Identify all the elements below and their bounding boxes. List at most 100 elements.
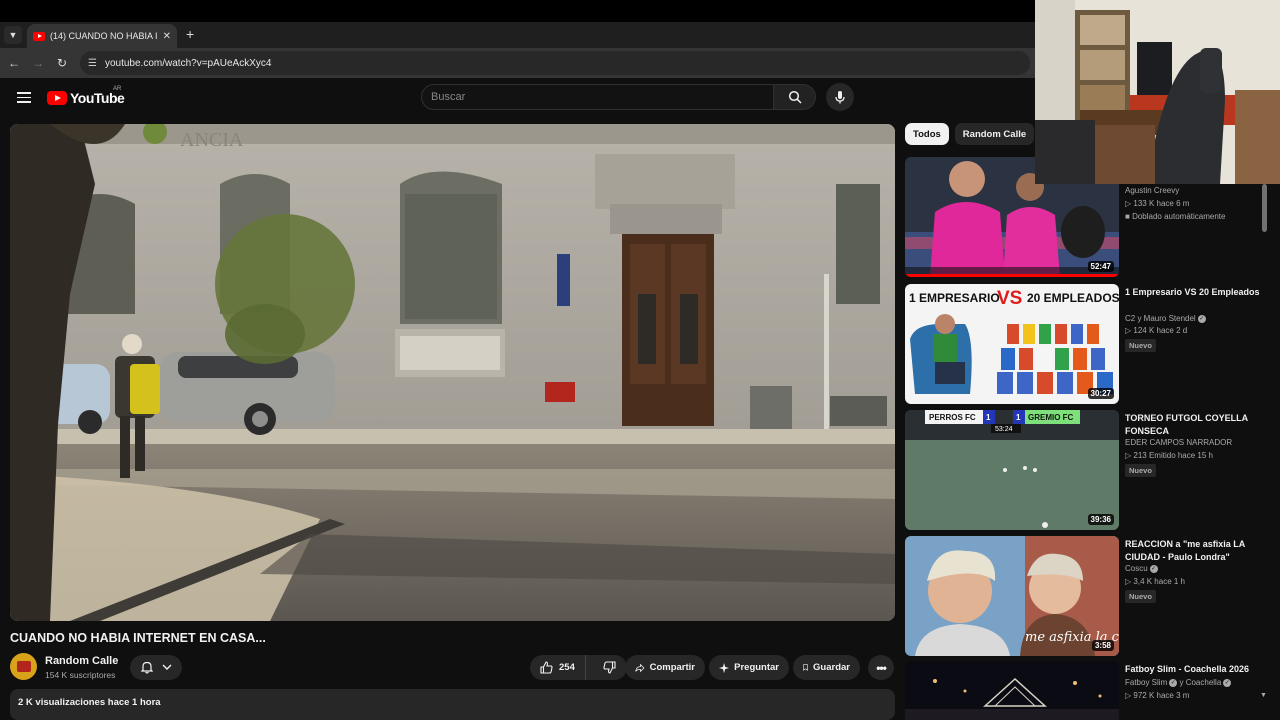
search-input[interactable]: Buscar (421, 84, 774, 110)
recommendation-title[interactable]: REACCION a "me asfixia LA CIUDAD - Paulo… (1125, 538, 1260, 564)
verified-icon: ✓ (1197, 314, 1206, 323)
view-meta: ▷ 3,4 K hace 1 h (1125, 577, 1185, 586)
forward-arrow-icon[interactable]: → (28, 56, 48, 70)
view-meta: ▷ 124 K hace 2 d (1125, 326, 1187, 335)
recommendation-item[interactable]: 1 EMPRESARIO VS 20 EMPLEADOS 30:27 1 Emp… (905, 284, 1265, 404)
like-count: 254 (559, 662, 575, 673)
youtube-play-icon (47, 91, 67, 105)
video-duration: 52:47 (1087, 261, 1114, 272)
sparkle-icon (719, 662, 730, 673)
channel-suffix-text: y Coachella (1179, 678, 1222, 687)
recommendation-title[interactable]: TORNEO FUTGOL COYELLA FONSECA (1125, 412, 1260, 438)
site-info-icon[interactable]: ☰ (88, 58, 97, 69)
dubbed-icon: ■ (1125, 212, 1130, 221)
recommendation-title[interactable]: Fatboy Slim - Coachella 2026 (1125, 663, 1260, 676)
voice-search-button[interactable] (826, 83, 854, 111)
back-arrow-icon[interactable]: ← (4, 56, 24, 70)
ask-button[interactable]: Preguntar (709, 655, 789, 680)
menu-icon[interactable] (17, 92, 31, 103)
play-icon: ▷ (1125, 326, 1132, 335)
bookmark-icon (803, 664, 808, 671)
video-thumbnail[interactable] (905, 661, 1119, 720)
verified-icon: ✓ (1149, 564, 1158, 573)
play-icon: ▷ (1125, 577, 1132, 586)
reload-icon[interactable]: ↻ (52, 56, 72, 70)
score-team-a: PERROS FC (929, 413, 976, 422)
view-meta-text: 124 K hace 2 d (1133, 326, 1188, 335)
address-bar[interactable]: ☰ youtube.com/watch?v=pAUeAckXyc4 (80, 51, 1030, 75)
thumbnail-image (905, 661, 1119, 720)
play-icon: ▷ (1125, 199, 1132, 208)
channel-avatar[interactable] (10, 653, 37, 680)
thumbnail-image: me asfixia la ciudad (905, 536, 1119, 656)
share-icon (635, 663, 645, 672)
score-a: 1 (986, 413, 991, 422)
video-thumbnail[interactable]: PERROS FC 1 1 GREMIO FC 53:24 39:36 (905, 410, 1119, 530)
scrollbar-thumb[interactable] (1262, 184, 1267, 232)
webcam-image (1035, 0, 1280, 184)
more-actions-icon[interactable]: ••• (868, 655, 894, 680)
view-meta-text: 133 K hace 6 m (1133, 199, 1190, 208)
view-meta: ▷ 213 Emitido hace 15 h (1125, 451, 1213, 460)
channel-name[interactable]: Random Calle (45, 655, 118, 667)
channel-name[interactable]: Coscu ✓ (1125, 564, 1158, 573)
channel-name-text: Coscu (1125, 564, 1148, 573)
bell-icon (140, 661, 153, 674)
tab-search-icon[interactable]: ▼ (4, 26, 22, 44)
new-badge: Nuevo (1125, 339, 1156, 352)
view-meta-text: 213 Emitido hace 15 h (1133, 451, 1213, 460)
auto-dubbed-text: Doblado automáticamente (1132, 212, 1226, 221)
search-icon (788, 90, 802, 104)
recommendation-item[interactable]: PERROS FC 1 1 GREMIO FC 53:24 39:36 TORN… (905, 410, 1265, 530)
view-count-date: 2 K visualizaciones hace 1 hora (18, 697, 161, 708)
chip-todos[interactable]: Todos (905, 123, 949, 145)
browser-toolbar: ← → ↻ ☰ youtube.com/watch?v=pAUeAckXyc4 (0, 48, 1035, 78)
recommendation-title[interactable]: 1 Empresario VS 20 Empleados (1125, 286, 1260, 299)
save-label: Guardar (813, 662, 850, 673)
tab-title: (14) CUANDO NO HABIA INTERNET EN CASA... (50, 31, 158, 41)
building-sign-text: ANCIA (180, 129, 244, 151)
subscriber-count: 154 K suscriptores (45, 670, 116, 680)
view-meta-text: 972 K hace 3 m (1133, 691, 1190, 700)
share-button[interactable]: Compartir (625, 655, 705, 680)
recommendation-item[interactable]: Fatboy Slim - Coachella 2026 Fatboy Slim… (905, 661, 1265, 720)
thumbnail-image: PERROS FC 1 1 GREMIO FC 53:24 (905, 410, 1119, 530)
video-duration: 39:36 (1087, 514, 1114, 525)
recommendation-item[interactable]: me asfixia la ciudad 3:58 REACCION a "me… (905, 536, 1265, 656)
view-meta: ▷ 972 K hace 3 m (1125, 691, 1189, 700)
channel-name[interactable]: Fatboy Slim ✓ y Coachella ✓ (1125, 678, 1232, 687)
chip-random-calle[interactable]: Random Calle (954, 123, 1035, 145)
channel-name[interactable]: C2 y Mauro Stendel ✓ (1125, 314, 1206, 323)
channel-name[interactable]: EDER CAMPOS NARRADOR (1125, 438, 1232, 447)
channel-name-text: Fatboy Slim (1125, 678, 1168, 687)
like-button[interactable]: 254 (530, 655, 586, 680)
thumbnail-image: 1 EMPRESARIO VS 20 EMPLEADOS (905, 284, 1119, 404)
video-duration: 3:58 (1091, 640, 1114, 651)
microphone-icon (835, 91, 845, 104)
thumbs-down-icon (602, 661, 616, 674)
video-player[interactable]: ANCIA (10, 124, 895, 621)
score-team-b: GREMIO FC (1028, 413, 1074, 422)
video-frame: ANCIA (10, 124, 895, 621)
video-title: CUANDO NO HABIA INTERNET EN CASA... (10, 631, 266, 645)
save-button[interactable]: Guardar (793, 655, 860, 680)
new-tab-icon[interactable]: + (186, 26, 194, 42)
browser-tab-active[interactable]: (14) CUANDO NO HABIA INTERNET EN CASA...… (27, 24, 177, 48)
browser-tab-bar: ▼ (14) CUANDO NO HABIA INTERNET EN CASA.… (0, 22, 1035, 48)
channel-name[interactable]: Agustin Creevy (1125, 186, 1179, 195)
youtube-logo[interactable]: YouTube (47, 90, 125, 106)
video-duration: 30:27 (1087, 388, 1114, 399)
thumb-text-vs: VS (997, 288, 1022, 309)
scroll-down-icon[interactable]: ▼ (1260, 692, 1267, 699)
search-placeholder: Buscar (431, 91, 466, 103)
dislike-button[interactable] (591, 655, 627, 680)
url-text: youtube.com/watch?v=pAUeAckXyc4 (104, 57, 272, 69)
chevron-down-icon (162, 664, 171, 670)
search-button[interactable] (774, 84, 816, 110)
video-thumbnail[interactable]: me asfixia la ciudad 3:58 (905, 536, 1119, 656)
verified-icon: ✓ (1169, 678, 1178, 687)
close-tab-icon[interactable]: ✕ (163, 31, 171, 42)
notifications-button[interactable] (130, 655, 182, 680)
video-thumbnail[interactable]: 1 EMPRESARIO VS 20 EMPLEADOS 30:27 (905, 284, 1119, 404)
description-box[interactable]: 2 K visualizaciones hace 1 hora (10, 689, 895, 720)
